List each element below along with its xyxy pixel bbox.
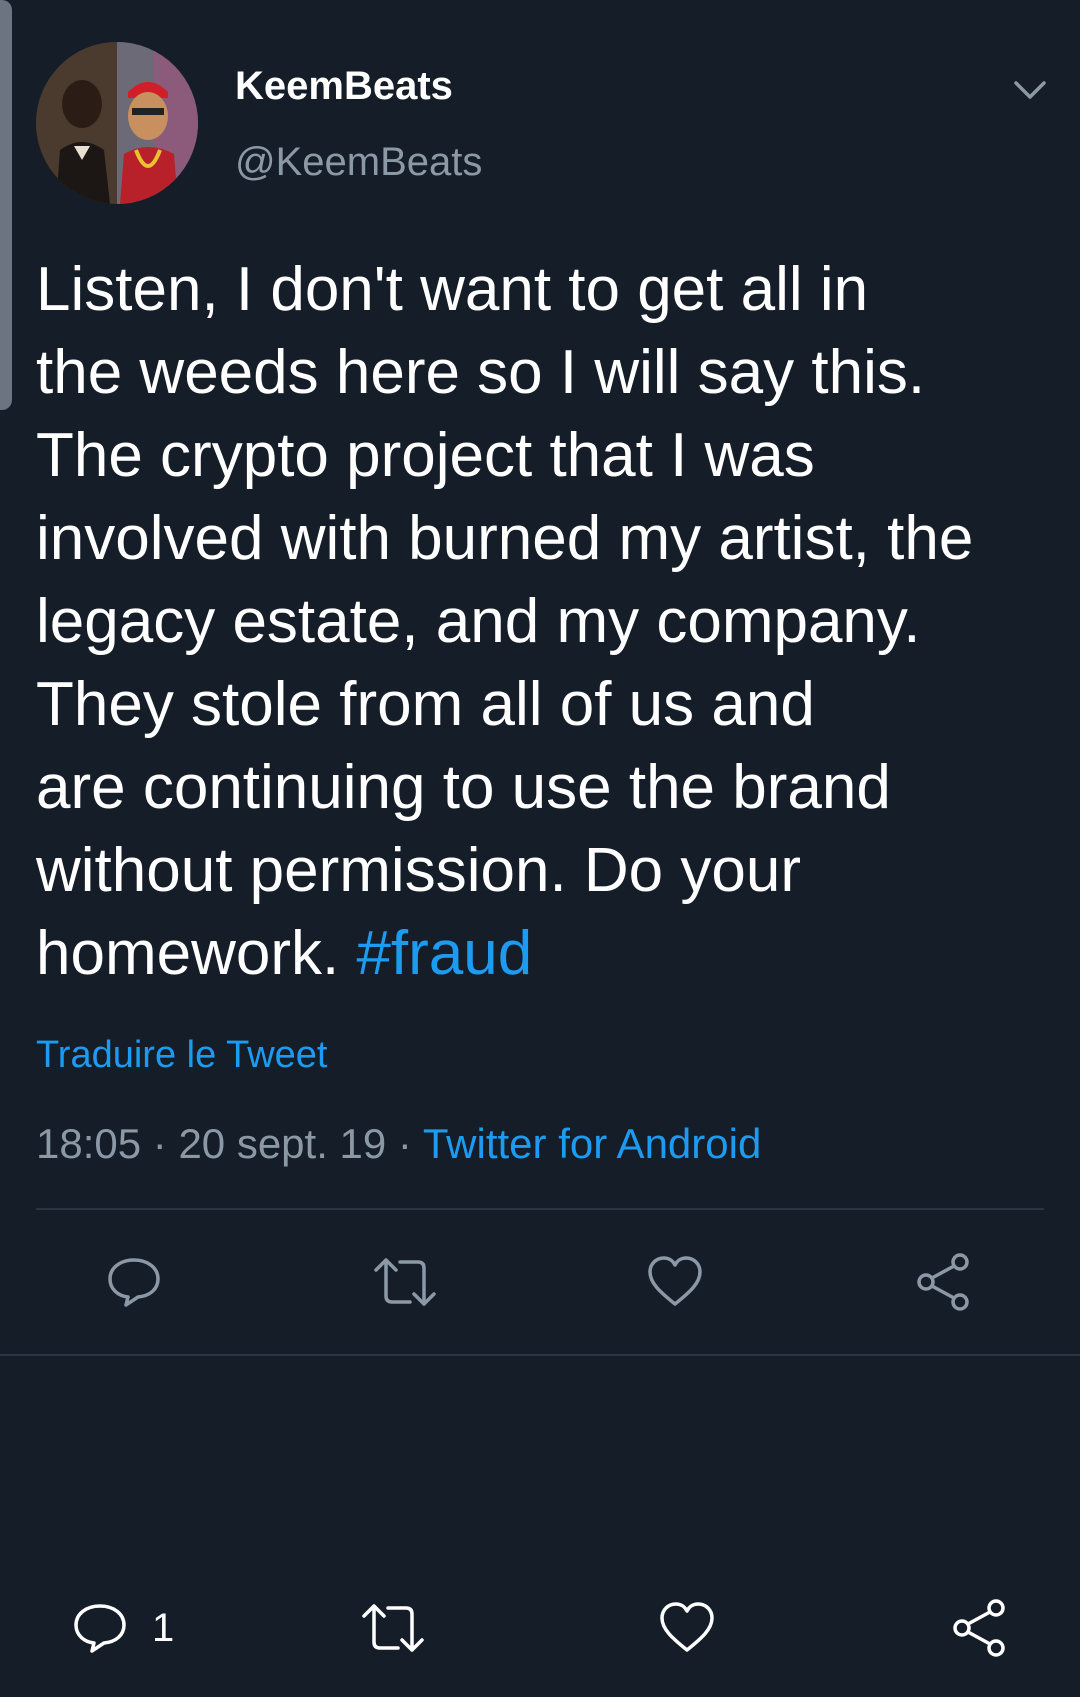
bottom-reply-button[interactable]: 1 <box>72 1600 174 1656</box>
heart-icon <box>648 1256 702 1306</box>
tweet-text-line: legacy estate, and my company. <box>36 587 921 656</box>
translate-tweet-link[interactable]: Traduire le Tweet <box>36 1034 327 1077</box>
tweet-text-line: the weeds here so I will say this. <box>36 338 926 407</box>
bottom-share-button[interactable] <box>950 1598 1010 1658</box>
retweet-button[interactable] <box>372 1254 438 1310</box>
author-handle[interactable]: @KeemBeats <box>235 140 482 185</box>
tweet-time: 18:05 <box>36 1120 142 1167</box>
tweet-source-link[interactable]: Twitter for Android <box>423 1120 761 1167</box>
share-button[interactable] <box>914 1252 974 1312</box>
tweet-text-line: involved with burned my artist, the <box>36 504 974 573</box>
bottom-retweet-button[interactable] <box>360 1600 426 1656</box>
like-button[interactable] <box>646 1254 704 1310</box>
divider <box>36 1208 1044 1210</box>
speech-bubble-icon <box>74 1604 126 1653</box>
meta-separator: · <box>141 1120 179 1167</box>
share-nodes-icon <box>917 1253 969 1311</box>
share-nodes-icon <box>953 1599 1005 1657</box>
tweet-date: 20 sept. 19 <box>178 1120 387 1167</box>
tweet-text: Listen, I don't want to get all in the w… <box>36 248 1056 995</box>
retweet-arrows-icon <box>374 1258 436 1306</box>
tweet-text-line: They stole from all of us and <box>36 670 815 739</box>
tweet-metadata: 18:05 · 20 sept. 19 · Twitter for Androi… <box>36 1120 761 1168</box>
reply-count: 1 <box>152 1605 175 1650</box>
avatar[interactable] <box>36 42 198 204</box>
meta-separator: · <box>386 1120 423 1167</box>
reply-button[interactable] <box>106 1254 162 1310</box>
tweet-text-line: The crypto project that I was <box>36 421 815 490</box>
tweet-text-line: without permission. Do your <box>36 836 801 905</box>
heart-icon <box>660 1602 714 1652</box>
speech-bubble-icon <box>108 1258 160 1307</box>
tweet-detail: KeemBeats @KeemBeats Listen, I don't wan… <box>0 0 1080 1356</box>
retweet-arrows-icon <box>362 1604 424 1652</box>
author-display-name[interactable]: KeemBeats <box>235 64 453 109</box>
hashtag-link[interactable]: #fraud <box>356 919 532 988</box>
chevron-down-icon[interactable] <box>1010 70 1050 110</box>
tweet-text-line: are continuing to use the brand <box>36 753 891 822</box>
tweet-text-line: Listen, I don't want to get all in <box>36 255 869 324</box>
tweet-text-line: homework. <box>36 919 357 988</box>
bottom-like-button[interactable] <box>658 1600 716 1656</box>
